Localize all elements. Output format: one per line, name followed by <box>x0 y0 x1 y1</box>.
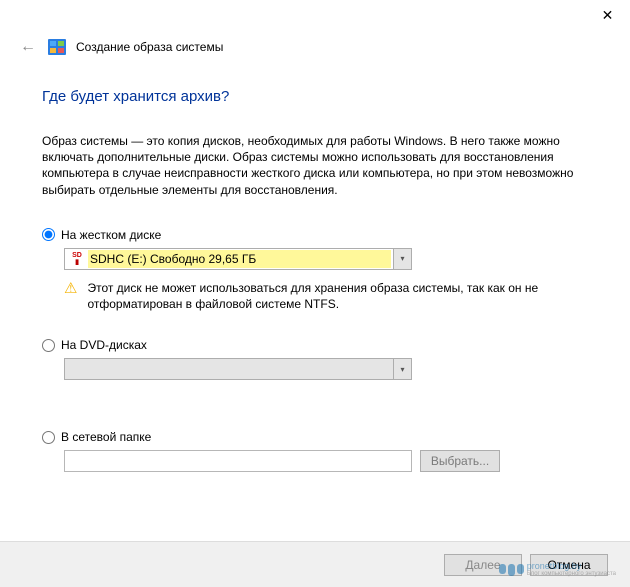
warning-icon: ⚠ <box>64 281 77 296</box>
content: Где будет хранится архив? Образ системы … <box>0 68 630 472</box>
next-button: Далее <box>444 554 522 576</box>
option-hdd-label: На жестком диске <box>61 228 161 242</box>
dvd-drive-select[interactable]: ▾ <box>64 358 412 380</box>
cancel-button[interactable]: Отмена <box>530 554 608 576</box>
option-dvd-label: На DVD-дисках <box>61 338 147 352</box>
option-dvd[interactable]: На DVD-дисках <box>42 338 588 352</box>
chevron-down-icon[interactable]: ▾ <box>393 249 411 269</box>
option-network[interactable]: В сетевой папке <box>42 430 588 444</box>
hdd-warning-text: Этот диск не может использоваться для хр… <box>87 280 584 312</box>
back-arrow-icon[interactable]: ← <box>18 36 38 58</box>
hdd-selected-value: SDHC (E:) Свободно 29,65 ГБ <box>88 250 391 268</box>
browse-button: Выбрать... <box>420 450 500 472</box>
header: ← Создание образа системы <box>0 30 630 68</box>
footer: Далее Отмена <box>0 541 630 587</box>
hdd-warning: ⚠ Этот диск не может использоваться для … <box>64 280 584 312</box>
sdhc-icon: SD▮ <box>69 251 85 267</box>
chevron-down-icon[interactable]: ▾ <box>393 359 411 379</box>
titlebar: ✕ <box>0 0 630 30</box>
description-text: Образ системы — это копия дисков, необхо… <box>42 133 588 198</box>
network-path-input[interactable] <box>64 450 412 472</box>
option-hdd[interactable]: На жестком диске <box>42 228 588 242</box>
option-network-label: В сетевой папке <box>61 430 151 444</box>
hdd-drive-select[interactable]: SD▮ SDHC (E:) Свободно 29,65 ГБ ▾ <box>64 248 412 270</box>
page-heading: Где будет хранится архив? <box>42 88 588 105</box>
header-title: Создание образа системы <box>76 40 223 54</box>
close-button[interactable]: ✕ <box>585 0 630 30</box>
radio-hdd[interactable] <box>42 228 55 241</box>
control-panel-icon <box>48 39 66 55</box>
radio-dvd[interactable] <box>42 339 55 352</box>
radio-network[interactable] <box>42 431 55 444</box>
